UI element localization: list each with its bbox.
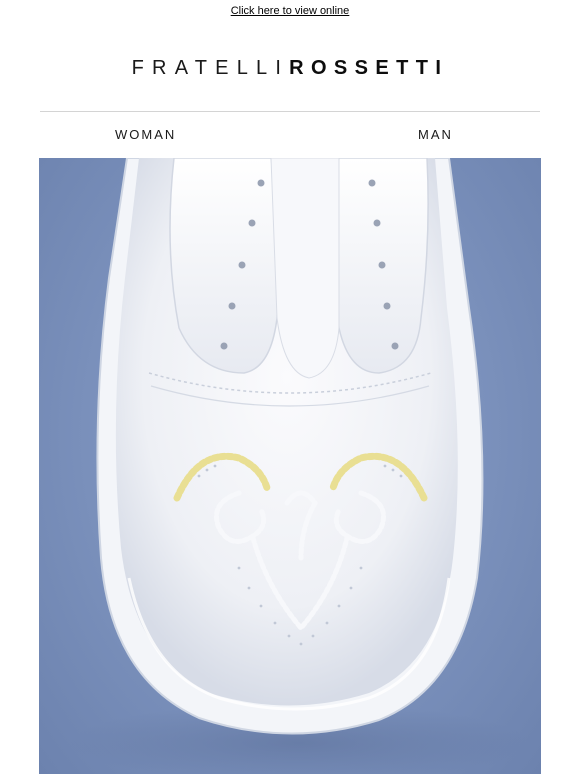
sneaker-illustration	[69, 158, 529, 774]
logo-text-bold: ROSSETTI	[289, 57, 449, 79]
hero-image[interactable]	[39, 158, 541, 774]
view-online-link[interactable]: Click here to view online	[0, 4, 580, 18]
left-tongue-flap	[169, 158, 280, 374]
brand-logo[interactable]: FRATELLIROSSETTI	[0, 56, 580, 80]
logo-text-light: FRATELLI	[131, 57, 290, 79]
header-divider	[40, 111, 540, 112]
nav-woman-link[interactable]: WOMAN	[115, 127, 176, 143]
nav-man-link[interactable]: MAN	[418, 127, 453, 143]
